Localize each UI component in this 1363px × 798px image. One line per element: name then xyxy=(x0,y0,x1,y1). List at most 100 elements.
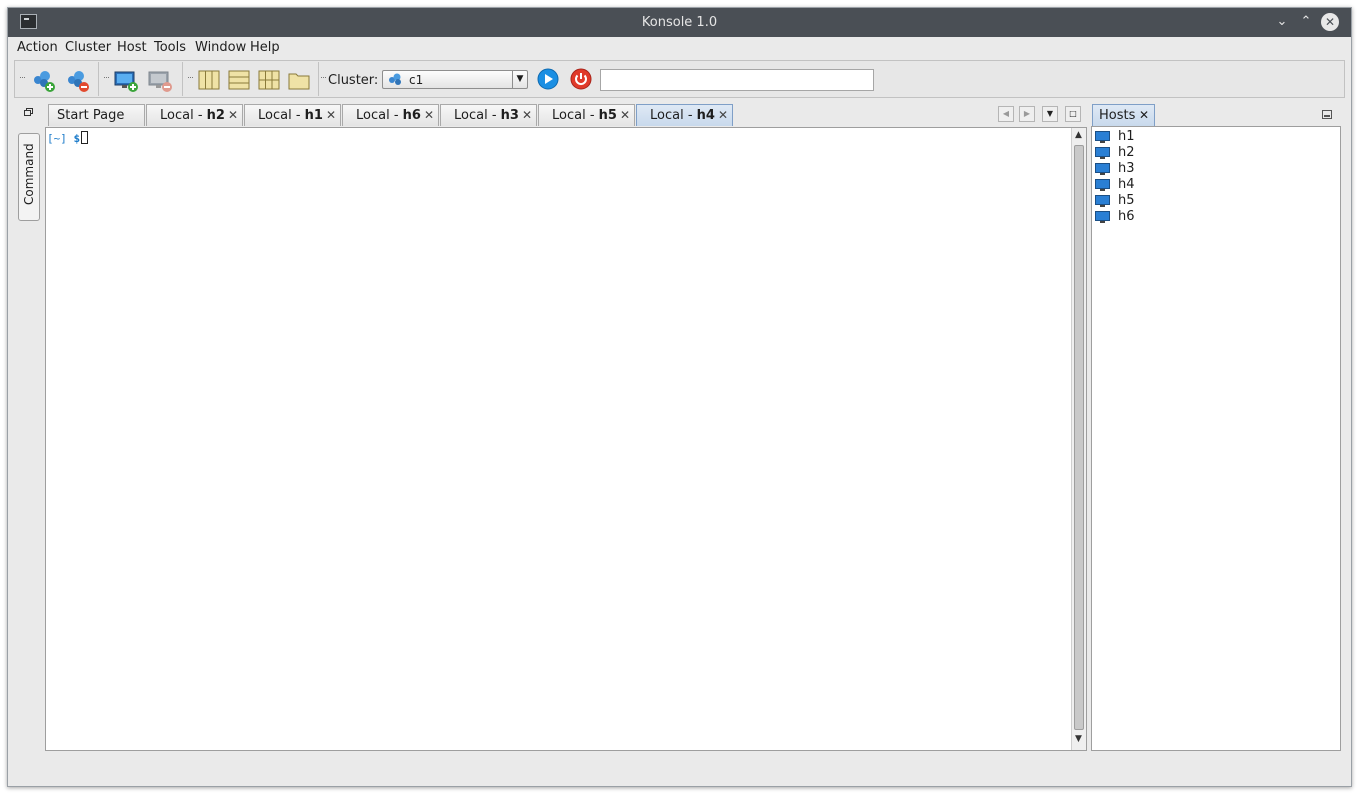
monitor-icon xyxy=(1095,147,1110,159)
scrollbar-thumb[interactable] xyxy=(1074,145,1084,730)
tab-start-page[interactable]: Start Page xyxy=(48,104,145,126)
host-label: h6 xyxy=(1118,209,1135,224)
tile-vertical-icon[interactable] xyxy=(196,67,222,93)
tab-host: h6 xyxy=(402,108,421,123)
run-icon[interactable] xyxy=(537,68,559,90)
close-icon[interactable]: ✕ xyxy=(522,108,532,122)
scroll-down-icon[interactable]: ▼ xyxy=(1075,734,1082,744)
power-icon[interactable] xyxy=(570,68,592,90)
tile-horizontal-icon[interactable] xyxy=(226,67,252,93)
host-label: h4 xyxy=(1118,177,1135,192)
chevron-down-icon[interactable]: ▼ xyxy=(512,71,527,88)
tab-label: Local - xyxy=(454,108,501,123)
prompt-symbol: $ xyxy=(73,132,81,145)
side-panel-label: Command xyxy=(22,143,36,205)
cluster-select[interactable]: c1 ▼ xyxy=(382,70,528,89)
toolbar-grip[interactable] xyxy=(20,77,25,80)
tab-host: h1 xyxy=(304,108,323,123)
toolbar-grip[interactable] xyxy=(321,77,326,80)
toolbar-grip[interactable] xyxy=(188,77,193,80)
close-icon[interactable]: ✕ xyxy=(1321,13,1339,31)
menu-tools[interactable]: Tools xyxy=(154,40,186,55)
hosts-panel-title: Hosts xyxy=(1099,108,1136,123)
monitor-icon xyxy=(1095,195,1110,207)
host-label: h2 xyxy=(1118,145,1135,160)
remove-host-icon xyxy=(148,71,172,92)
command-input[interactable] xyxy=(600,69,874,91)
add-cluster-icon[interactable] xyxy=(30,67,56,93)
folder-icon[interactable] xyxy=(286,67,312,93)
monitor-icon xyxy=(1095,163,1110,175)
restore-icon[interactable] xyxy=(24,108,33,116)
close-icon[interactable]: ✕ xyxy=(620,108,630,122)
tab-host: h2 xyxy=(206,108,225,123)
tab-local-h2[interactable]: Local - h2 ✕ xyxy=(146,104,243,126)
menu-help[interactable]: Help xyxy=(250,40,280,55)
command-side-tab[interactable]: Command xyxy=(18,133,40,221)
hosts-panel-tab[interactable]: Hosts ✕ xyxy=(1092,104,1155,126)
monitor-icon xyxy=(1095,131,1110,143)
tab-host: h4 xyxy=(696,108,715,123)
tab-label: Local - xyxy=(258,108,305,123)
add-host-icon[interactable] xyxy=(113,67,139,93)
menu-host[interactable]: Host xyxy=(117,40,147,55)
tab-local-h1[interactable]: Local - h1 ✕ xyxy=(244,104,341,126)
tab-label: Local - xyxy=(160,108,207,123)
tab-host: h3 xyxy=(500,108,519,123)
toolbar-separator xyxy=(98,62,99,96)
cluster-select-value: c1 xyxy=(409,73,424,87)
tab-label: Local - xyxy=(650,108,697,123)
tab-label: Local - xyxy=(356,108,403,123)
tab-scroll-left-icon[interactable]: ◀ xyxy=(998,106,1014,122)
host-item[interactable]: h1 xyxy=(1092,129,1332,145)
host-item[interactable]: h2 xyxy=(1092,145,1332,161)
minimize-panel-icon[interactable] xyxy=(1322,110,1332,119)
host-item[interactable]: h6 xyxy=(1092,209,1332,225)
tab-host: h5 xyxy=(598,108,617,123)
host-label: h1 xyxy=(1118,129,1135,144)
menu-cluster[interactable]: Cluster xyxy=(65,40,111,55)
maximize-editor-icon[interactable]: □ xyxy=(1065,106,1081,122)
title-bar[interactable]: Konsole 1.0 ⌄ ⌃ ✕ xyxy=(8,8,1351,37)
monitor-icon xyxy=(1095,211,1110,223)
close-icon[interactable]: ✕ xyxy=(718,108,728,122)
main-toolbar: Cluster: c1 ▼ xyxy=(14,60,1345,98)
tab-local-h4[interactable]: Local - h4 ✕ xyxy=(636,104,733,126)
host-label: h5 xyxy=(1118,193,1135,208)
menu-action[interactable]: Action xyxy=(17,40,58,55)
tab-scroll-right-icon[interactable]: ▶ xyxy=(1019,106,1035,122)
tab-label: Start Page xyxy=(57,108,125,123)
host-label: h3 xyxy=(1118,161,1135,176)
app-window: Konsole 1.0 ⌄ ⌃ ✕ Action Cluster Host To… xyxy=(7,7,1352,787)
tile-grid-icon[interactable] xyxy=(256,67,282,93)
hosts-list: h1 h2 h3 h4 h5 h6 xyxy=(1091,126,1341,751)
menu-bar: Action Cluster Host Tools Window Help xyxy=(8,37,1351,58)
close-icon[interactable]: ✕ xyxy=(424,108,434,122)
tab-list-icon[interactable]: ▼ xyxy=(1042,106,1058,122)
prompt-dir: [~] xyxy=(47,132,67,145)
tab-local-h5[interactable]: Local - h5 ✕ xyxy=(538,104,635,126)
minimize-icon[interactable]: ⌄ xyxy=(1273,13,1291,31)
close-icon[interactable]: ✕ xyxy=(228,108,238,122)
tab-local-h3[interactable]: Local - h3 ✕ xyxy=(440,104,537,126)
remove-cluster-icon[interactable] xyxy=(64,67,90,93)
menu-window[interactable]: Window xyxy=(195,40,246,55)
close-icon[interactable]: ✕ xyxy=(326,108,336,122)
monitor-icon xyxy=(1095,179,1110,191)
tab-label: Local - xyxy=(552,108,599,123)
cluster-label: Cluster: xyxy=(328,73,379,88)
terminal-area[interactable]: [~] $ ▲ ▼ xyxy=(45,127,1087,751)
toolbar-separator xyxy=(318,62,319,96)
host-item[interactable]: h3 xyxy=(1092,161,1332,177)
tab-local-h6[interactable]: Local - h6 ✕ xyxy=(342,104,439,126)
maximize-icon[interactable]: ⌃ xyxy=(1297,13,1315,31)
terminal-prompt: [~] $ xyxy=(47,132,80,145)
close-icon[interactable]: ✕ xyxy=(1139,108,1149,122)
vertical-scrollbar[interactable]: ▲ ▼ xyxy=(1071,128,1086,750)
scroll-up-icon[interactable]: ▲ xyxy=(1075,130,1082,140)
tab-strip: Start Page Local - h2 ✕ Local - h1 ✕ Loc… xyxy=(45,104,1085,127)
cluster-icon xyxy=(389,73,401,85)
toolbar-grip[interactable] xyxy=(104,77,109,80)
host-item[interactable]: h4 xyxy=(1092,177,1332,193)
host-item[interactable]: h5 xyxy=(1092,193,1332,209)
